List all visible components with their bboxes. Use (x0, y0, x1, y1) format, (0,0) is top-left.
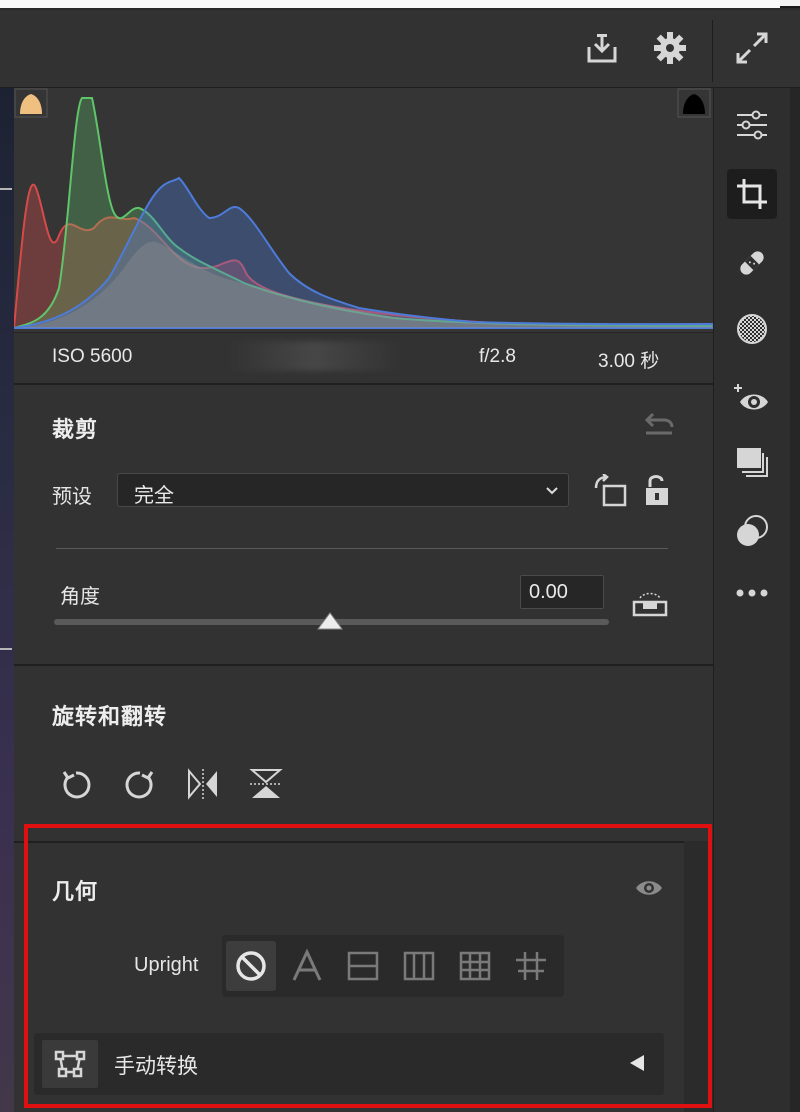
exif-iso: ISO 5600 (52, 346, 133, 367)
section-divider (14, 841, 713, 843)
toolbar-separator (712, 20, 713, 82)
crop-section-title: 裁剪 (52, 417, 99, 442)
rotate-right-icon[interactable] (120, 764, 160, 804)
upright-options (222, 935, 564, 997)
exif-redacted-lens (224, 341, 404, 371)
lock-open-icon[interactable] (642, 472, 672, 513)
exif-info-bar: ISO 5600 f/2.8 3.00 秒 (14, 333, 713, 385)
preset-label: 预设 (52, 486, 92, 508)
window-top-strip (0, 0, 800, 8)
crop-divider (56, 548, 668, 549)
angle-label: 角度 (60, 586, 100, 608)
mask-icon[interactable] (727, 304, 777, 354)
more-icon[interactable] (727, 568, 777, 618)
upright-vertical-icon[interactable] (394, 941, 444, 991)
manual-transform-row[interactable]: 手动转换 (34, 1033, 664, 1095)
canvas-edge-mark (0, 188, 12, 190)
flip-vertical-icon[interactable] (246, 764, 286, 804)
upright-guided-icon[interactable] (506, 941, 556, 991)
upright-level-icon[interactable] (338, 941, 388, 991)
crop-icon[interactable] (727, 169, 777, 219)
chevron-down-icon (544, 482, 560, 503)
crop-preset-select[interactable]: 完全 (117, 473, 569, 507)
rotate-section-title: 旋转和翻转 (52, 704, 168, 729)
flip-horizontal-icon[interactable] (183, 764, 223, 804)
rail-edge-strip (790, 88, 800, 1112)
redeye-icon[interactable] (727, 373, 777, 423)
snapshots-icon[interactable] (727, 506, 777, 556)
rotate-left-icon[interactable] (56, 764, 96, 804)
shadow-clipping-warning-icon[interactable] (14, 88, 48, 118)
histogram (14, 88, 713, 333)
expand-icon[interactable] (732, 28, 772, 68)
straighten-level-icon[interactable] (630, 588, 670, 623)
rotate-aspect-icon[interactable] (592, 473, 628, 513)
transform-icon (42, 1040, 98, 1088)
upright-label: Upright (134, 954, 199, 976)
expand-triangle-icon[interactable] (628, 1053, 646, 1078)
upright-auto-icon[interactable] (282, 941, 332, 991)
panel-scrollbar[interactable] (684, 841, 713, 1112)
angle-slider-thumb[interactable] (316, 609, 344, 631)
exif-shutter: 3.00 秒 (598, 351, 660, 372)
manual-transform-label: 手动转换 (114, 1055, 198, 1078)
save-icon[interactable] (582, 28, 622, 68)
visibility-eye-icon[interactable] (634, 876, 664, 905)
upright-off-icon[interactable] (226, 941, 276, 991)
reset-crop-icon[interactable] (642, 408, 676, 443)
angle-input[interactable]: 0.00 (520, 575, 604, 609)
canvas-edge-mark (0, 648, 12, 650)
section-divider (14, 664, 713, 666)
upright-full-icon[interactable] (450, 941, 500, 991)
edit-icon[interactable] (727, 100, 777, 150)
window-top-strip-inner (0, 0, 780, 8)
crop-preset-value: 完全 (134, 485, 174, 507)
highlight-clipping-warning-icon[interactable] (677, 88, 711, 118)
top-toolbar (0, 10, 800, 88)
geometry-section-title: 几何 (52, 879, 99, 904)
exif-aperture: f/2.8 (479, 346, 516, 367)
tool-rail (713, 88, 800, 1112)
heal-icon[interactable] (727, 238, 777, 288)
presets-icon[interactable] (727, 438, 777, 488)
gear-icon[interactable] (650, 28, 690, 68)
edit-panel: ISO 5600 f/2.8 3.00 秒 裁剪 预设 完全 角度 0.00 旋… (14, 88, 713, 1112)
image-canvas-edge (0, 88, 14, 1112)
